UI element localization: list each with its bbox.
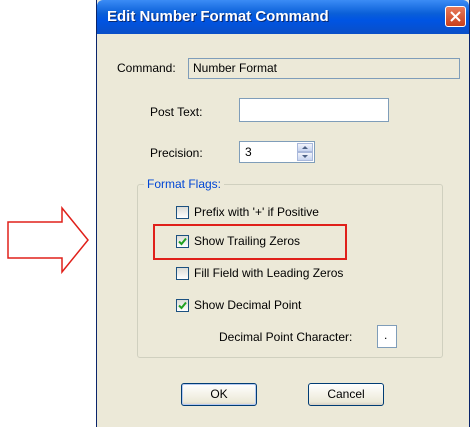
checkbox-label: Fill Field with Leading Zeros — [194, 266, 344, 280]
precision-spinner[interactable]: 3 — [239, 141, 315, 163]
annotation-highlight-box — [153, 224, 347, 260]
decimal-char-label: Decimal Point Character: — [219, 330, 353, 344]
spin-up-button[interactable] — [297, 143, 313, 152]
post-text-input[interactable] — [239, 98, 389, 122]
command-label: Command: — [117, 61, 176, 75]
arrow-down-icon — [302, 155, 308, 158]
checkmark-icon — [178, 301, 187, 310]
ok-button[interactable]: OK — [181, 383, 257, 406]
command-field: Number Format — [188, 58, 460, 79]
checkbox-label: Prefix with '+' if Positive — [194, 205, 319, 219]
precision-label: Precision: — [150, 146, 203, 160]
checkbox-box[interactable] — [176, 267, 189, 280]
spin-down-button[interactable] — [297, 152, 313, 161]
precision-value: 3 — [245, 145, 252, 159]
title-bar[interactable]: Edit Number Format Command — [97, 0, 469, 34]
arrow-up-icon — [302, 146, 308, 149]
post-text-label: Post Text: — [150, 105, 203, 119]
edit-number-format-dialog: Edit Number Format Command Command: Numb… — [96, 0, 470, 427]
close-button[interactable] — [445, 6, 466, 27]
checkbox-box[interactable] — [176, 206, 189, 219]
window-title: Edit Number Format Command — [107, 8, 329, 25]
annotation-arrow-icon — [7, 205, 89, 275]
cancel-button[interactable]: Cancel — [308, 383, 384, 406]
decimal-char-input[interactable]: . — [377, 325, 397, 348]
close-icon — [450, 11, 461, 22]
format-flags-title: Format Flags: — [144, 177, 225, 191]
checkbox-box[interactable] — [176, 299, 189, 312]
checkbox-label: Show Decimal Point — [194, 298, 302, 312]
